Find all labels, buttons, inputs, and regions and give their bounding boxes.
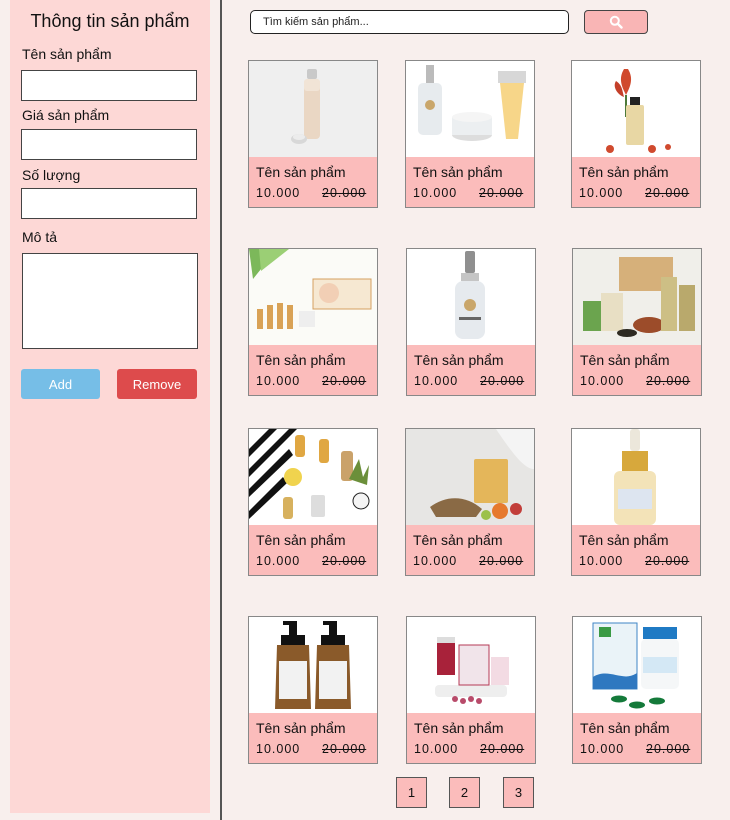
product-card[interactable]: Tên sản phẩm 10.000 20.000 [248, 428, 378, 576]
product-name: Tên sản phẩm [414, 352, 504, 368]
herbal-tea-boxes-image [573, 249, 701, 345]
product-old-price: 20.000 [480, 374, 525, 388]
product-price: 10.000 [256, 186, 301, 200]
product-price: 10.000 [256, 554, 301, 568]
product-card[interactable]: Tên sản phẩm 10.000 20.000 [248, 60, 378, 208]
product-price: 10.000 [413, 554, 458, 568]
product-price: 10.000 [256, 374, 301, 388]
product-price-input[interactable] [21, 129, 197, 160]
product-name: Tên sản phẩm [256, 352, 346, 368]
product-card[interactable]: Tên sản phẩm 10.000 20.000 [405, 60, 535, 208]
product-name: Tên sản phẩm [256, 164, 346, 180]
product-form-panel: Thông tin sản phẩm Tên sản phẩm Giá sản … [10, 0, 210, 813]
product-name-input[interactable] [21, 70, 197, 101]
supplement-boxes-image [407, 617, 535, 713]
search-button[interactable] [584, 10, 648, 34]
product-old-price: 20.000 [322, 186, 367, 200]
product-price: 10.000 [579, 186, 624, 200]
product-name: Tên sản phẩm [256, 720, 346, 736]
product-name: Tên sản phẩm [414, 720, 504, 736]
collagen-set-image [249, 249, 377, 345]
page-button-3[interactable]: 3 [503, 777, 534, 808]
product-old-price: 20.000 [322, 554, 367, 568]
product-quantity-input[interactable] [21, 188, 197, 219]
product-name-label: Tên sản phẩm [22, 46, 112, 62]
product-card[interactable]: Tên sản phẩm 10.000 20.000 [406, 616, 536, 764]
search-icon [609, 15, 623, 29]
product-old-price: 20.000 [479, 554, 524, 568]
product-price-label: Giá sản phẩm [22, 107, 110, 123]
product-old-price: 20.000 [480, 742, 525, 756]
product-card[interactable]: Tên sản phẩm 10.000 20.000 [248, 248, 378, 396]
product-description-label: Mô tả [22, 229, 58, 245]
product-old-price: 20.000 [646, 374, 691, 388]
product-name: Tên sản phẩm [579, 532, 669, 548]
remove-button[interactable]: Remove [117, 369, 197, 399]
product-description-textarea[interactable] [22, 253, 198, 349]
foundation-bottle-image [249, 61, 377, 157]
product-quantity-label: Số lượng [22, 167, 81, 183]
product-name: Tên sản phẩm [413, 532, 503, 548]
vertical-divider [220, 0, 222, 820]
pump-bottles-image [249, 617, 377, 713]
product-price: 10.000 [579, 554, 624, 568]
product-old-price: 20.000 [645, 186, 690, 200]
product-name: Tên sản phẩm [413, 164, 503, 180]
form-title: Thông tin sản phẩm [30, 11, 190, 31]
product-name: Tên sản phẩm [580, 352, 670, 368]
product-price: 10.000 [580, 374, 625, 388]
flower-perfume-image [572, 61, 700, 157]
product-price: 10.000 [580, 742, 625, 756]
product-card[interactable]: Tên sản phẩm 10.000 20.000 [405, 428, 535, 576]
product-card[interactable]: Tên sản phẩm 10.000 20.000 [248, 616, 378, 764]
product-old-price: 20.000 [645, 554, 690, 568]
product-card[interactable]: Tên sản phẩm 10.000 20.000 [571, 428, 701, 576]
add-button[interactable]: Add [21, 369, 100, 399]
product-card[interactable]: Tên sản phẩm 10.000 20.000 [406, 248, 536, 396]
product-card[interactable]: Tên sản phẩm 10.000 20.000 [572, 248, 702, 396]
capsule-jar-image [573, 617, 701, 713]
product-old-price: 20.000 [322, 742, 367, 756]
product-old-price: 20.000 [479, 186, 524, 200]
product-price: 10.000 [413, 186, 458, 200]
mask-sachet-image [406, 429, 534, 525]
page-button-2[interactable]: 2 [449, 777, 480, 808]
product-card[interactable]: Tên sản phẩm 10.000 20.000 [571, 60, 701, 208]
product-price: 10.000 [256, 742, 301, 756]
product-price: 10.000 [414, 374, 459, 388]
serum-cream-set-image [406, 61, 534, 157]
product-name: Tên sản phẩm [579, 164, 669, 180]
search-input[interactable]: Tìm kiếm sản phẩm... [250, 10, 569, 34]
serum-dropper-bottle-image [407, 249, 535, 345]
oil-bottles-flatlay-image [249, 429, 377, 525]
page-button-1[interactable]: 1 [396, 777, 427, 808]
product-price: 10.000 [414, 742, 459, 756]
product-name: Tên sản phẩm [256, 532, 346, 548]
product-old-price: 20.000 [322, 374, 367, 388]
product-card[interactable]: Tên sản phẩm 10.000 20.000 [572, 616, 702, 764]
product-old-price: 20.000 [646, 742, 691, 756]
product-name: Tên sản phẩm [580, 720, 670, 736]
gold-dropper-bottle-image [572, 429, 700, 525]
